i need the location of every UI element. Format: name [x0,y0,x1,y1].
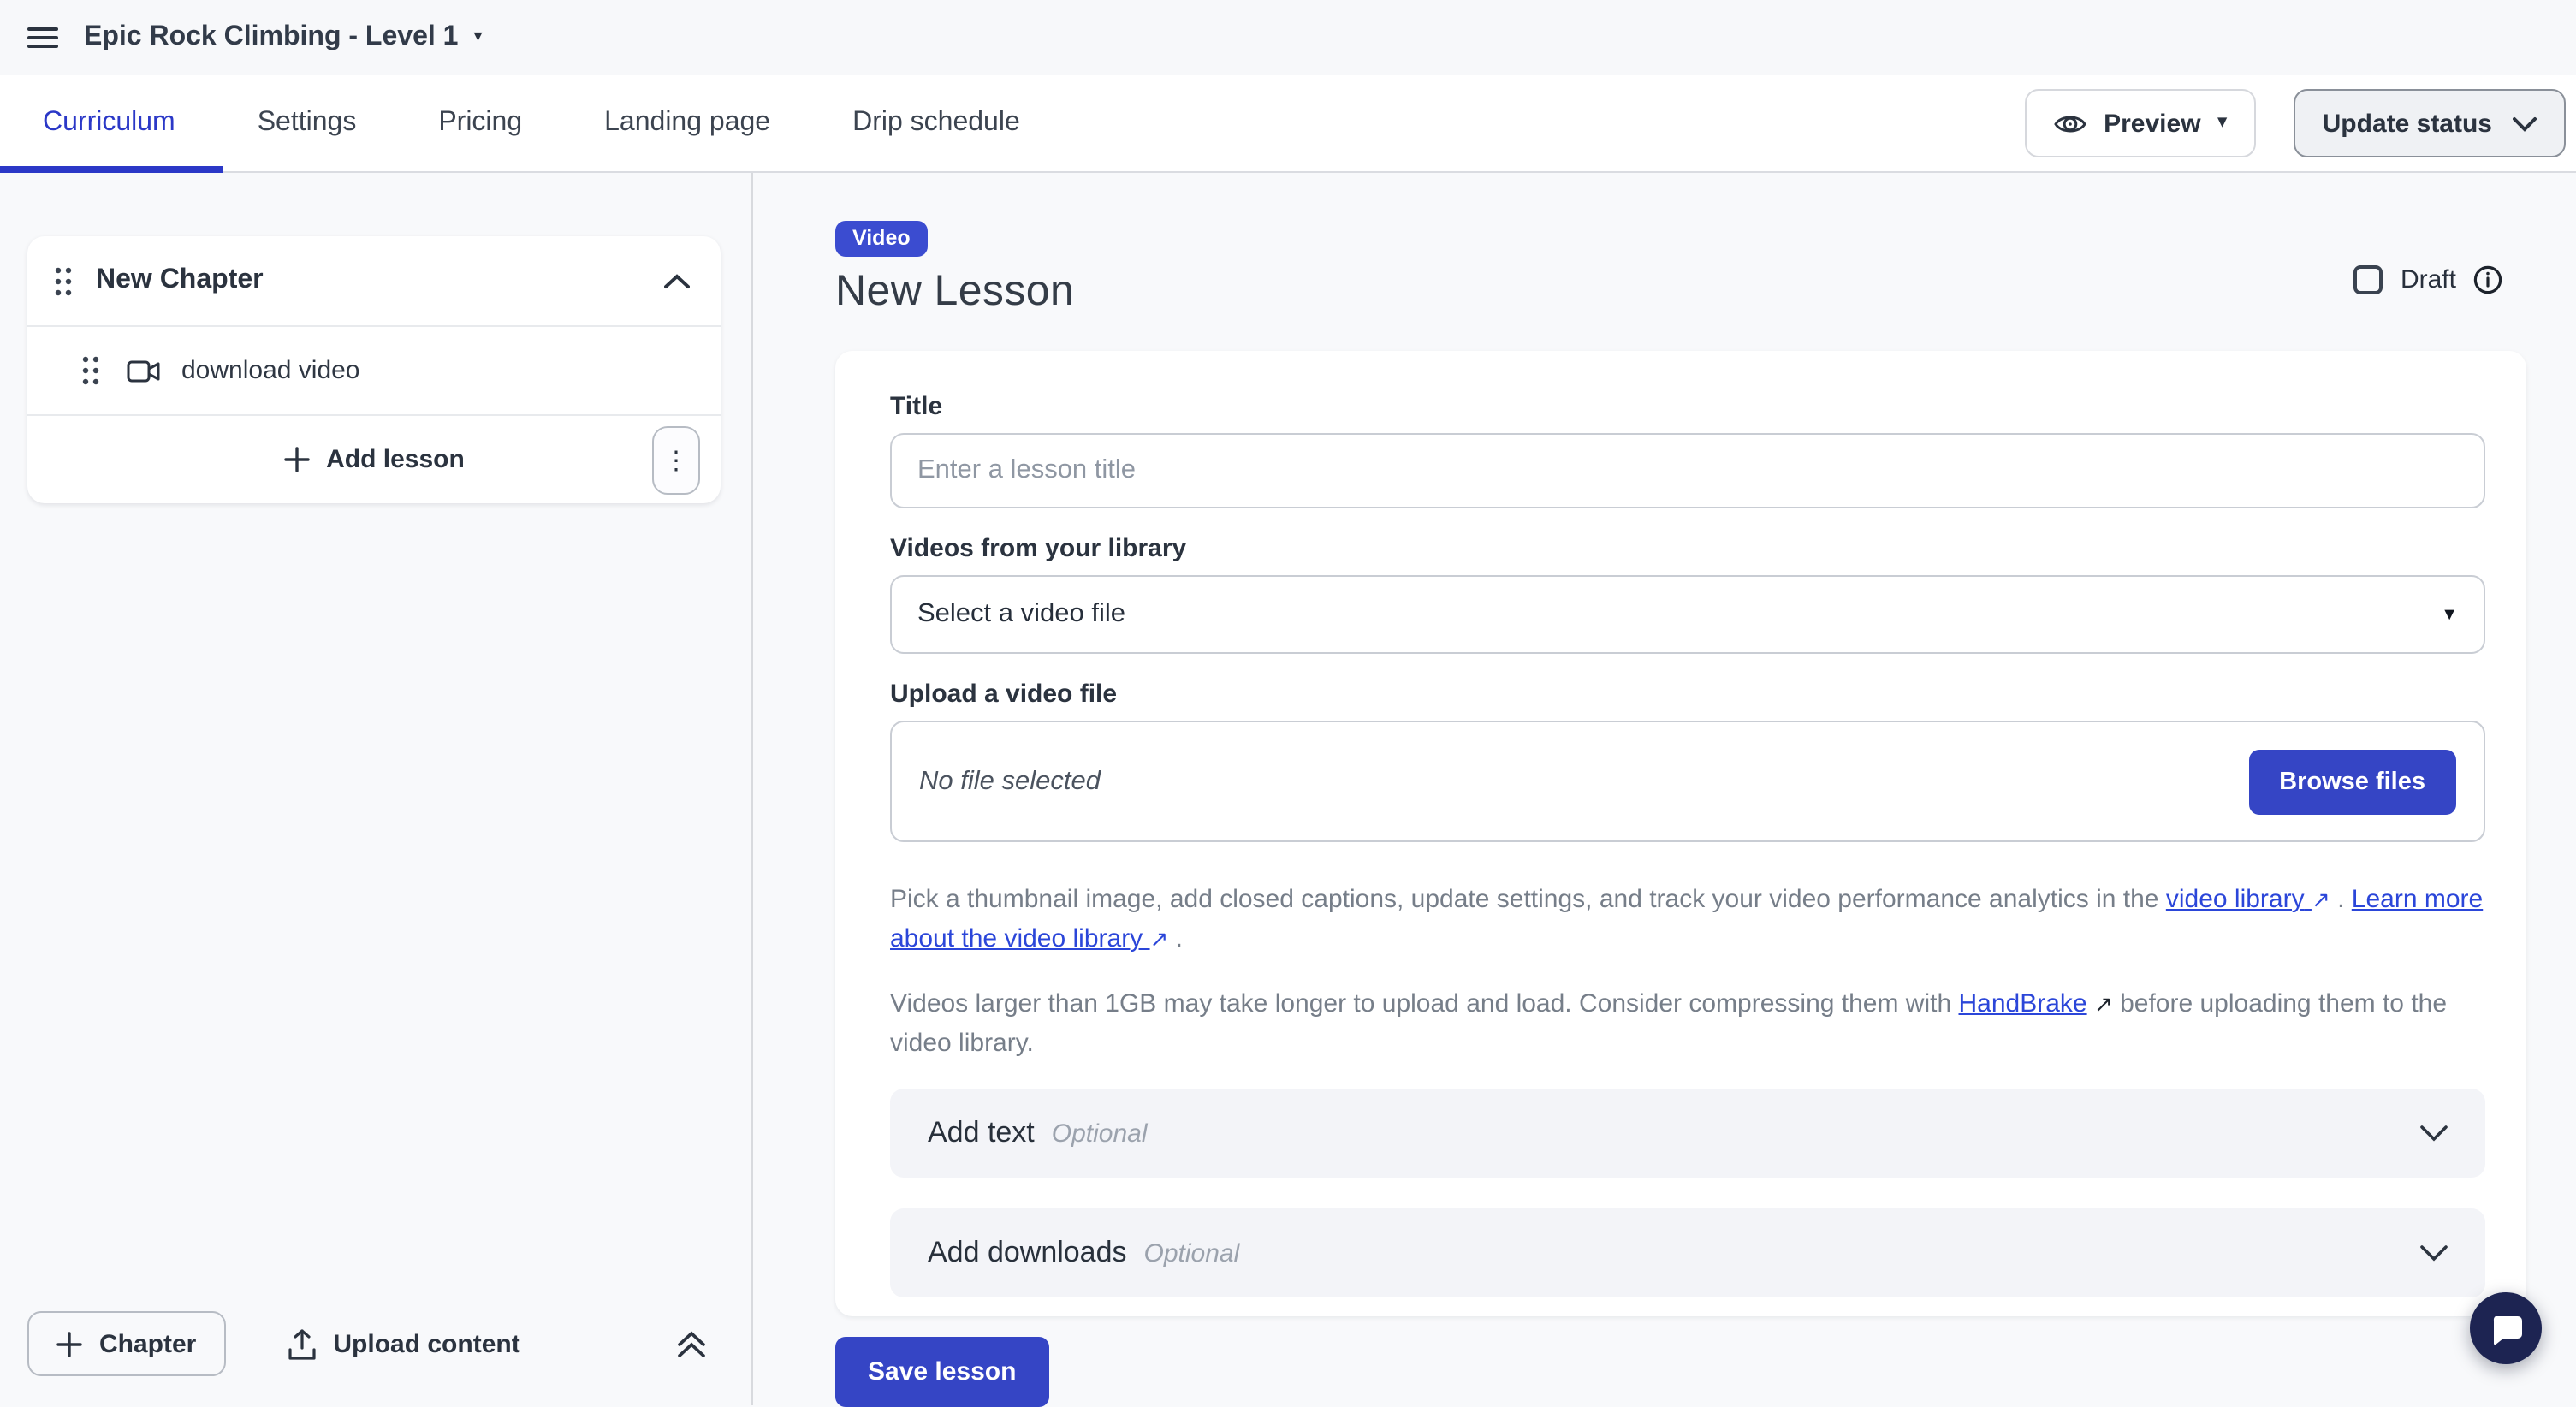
update-status-button[interactable]: Update status [2294,89,2566,157]
add-downloads-label: Add downloads [928,1236,1127,1270]
lesson-title-input[interactable] [890,433,2485,508]
lesson-title: download video [181,356,360,385]
chevron-up-icon [664,273,690,288]
upload-icon [287,1327,316,1360]
chat-launcher-button[interactable] [2470,1292,2542,1364]
upload-field: Upload a video file No file selected Bro… [890,680,2485,842]
handbrake-link[interactable]: HandBrake [1959,989,2087,1018]
double-chevron-up-icon [676,1329,707,1358]
tab-landing-page[interactable]: Landing page [604,108,770,139]
course-switcher[interactable]: Epic Rock Climbing - Level 1 ▾ [84,22,483,53]
chapter-title: New Chapter [96,265,264,296]
external-link-icon: ↗ [1150,919,1169,959]
external-link-icon: ↗ [2312,880,2330,919]
video-camera-icon [127,359,161,383]
video-library-label: Videos from your library [890,534,2485,563]
caret-down-icon: ▾ [473,29,482,46]
eye-icon [2054,110,2086,136]
add-lesson-button[interactable]: Add lesson [273,443,475,476]
draft-control: Draft [2354,265,2502,294]
chevron-down-icon [2420,1125,2448,1142]
plus-icon [56,1331,82,1357]
plus-icon [283,447,309,472]
video-library-help-text: Pick a thumbnail image, add closed capti… [890,880,2485,959]
preview-button[interactable]: Preview ▾ [2025,89,2256,157]
select-caret-icon: ▼ [2441,605,2458,624]
help-text-segment: Pick a thumbnail image, add closed capti… [890,885,2166,914]
add-chapter-button[interactable]: Chapter [27,1311,225,1376]
upload-field-label: Upload a video file [890,680,2485,709]
lesson-drag-handle[interactable] [82,356,99,385]
workspace: New Chapter [0,173,2576,1405]
add-downloads-accordion[interactable]: Add downloads Optional [890,1208,2485,1297]
save-lesson-button[interactable]: Save lesson [835,1337,1048,1407]
add-chapter-label: Chapter [99,1329,196,1358]
lesson-form-card: Title Videos from your library Select a … [835,351,2526,1316]
collapse-all-button[interactable] [676,1329,707,1358]
chat-bubble-icon [2490,1312,2522,1345]
top-bar: Epic Rock Climbing - Level 1 ▾ [0,0,2576,75]
external-link-icon: ↗ [2094,984,2113,1024]
chapter-header: New Chapter [27,236,721,325]
upload-content-button[interactable]: Upload content [276,1326,530,1362]
tab-drip-schedule[interactable]: Drip schedule [852,108,1020,139]
active-tab-underline [0,166,223,173]
draft-info-button[interactable] [2473,265,2502,294]
draft-checkbox[interactable] [2354,265,2383,294]
add-lesson-label: Add lesson [326,445,465,474]
title-field: Title [890,392,2485,508]
link-label: HandBrake [1959,989,2087,1018]
video-library-field: Videos from your library Select a video … [890,534,2485,654]
lesson-type-badge: Video [835,221,928,257]
upload-content-label: Upload content [333,1329,519,1358]
page-title: New Lesson [835,267,2576,317]
update-status-label: Update status [2323,109,2492,138]
preview-label: Preview [2104,109,2200,138]
draft-label: Draft [2401,265,2456,294]
hamburger-menu-button[interactable] [27,26,58,50]
help-text-segment: . [2330,885,2352,914]
caret-down-icon: ▾ [2218,115,2227,132]
curriculum-sidebar: New Chapter [0,173,753,1405]
add-lesson-row: Add lesson ⋮ [27,414,721,503]
optional-label: Optional [1052,1119,1148,1148]
add-text-accordion[interactable]: Add text Optional [890,1089,2485,1178]
chevron-down-icon [2420,1244,2448,1262]
info-icon [2473,265,2502,294]
video-select[interactable]: Select a video file ▼ [890,575,2485,654]
course-title: Epic Rock Climbing - Level 1 [84,22,458,53]
tab-curriculum[interactable]: Curriculum [43,108,175,139]
collapse-chapter-button[interactable] [664,273,690,288]
chapter-card: New Chapter [27,236,721,503]
tab-bar-actions: Preview ▾ Update status [2025,89,2566,157]
chapter-drag-handle[interactable] [55,266,72,295]
link-label: video library [2166,885,2305,914]
file-upload-box: No file selected Browse files [890,721,2485,842]
video-library-link[interactable]: video library ↗ [2166,885,2330,914]
tab-bar: Curriculum Settings Pricing Landing page… [0,75,2576,173]
app-window: Epic Rock Climbing - Level 1 ▾ Curriculu… [0,0,2576,1404]
optional-label: Optional [1144,1238,1240,1267]
video-select-value: Select a video file [917,599,1125,630]
lesson-editor: Video New Lesson Draft T [753,173,2576,1405]
tab-settings[interactable]: Settings [258,108,357,139]
help-text-segment: Videos larger than 1GB may take longer t… [890,989,1959,1018]
kebab-icon: ⋮ [663,445,689,476]
chevron-down-icon [2513,116,2537,131]
browse-files-button[interactable]: Browse files [2248,749,2456,814]
no-file-text: No file selected [919,766,1101,797]
tab-pricing[interactable]: Pricing [438,108,522,139]
help-text-segment: . [1168,924,1183,953]
hamburger-icon [27,26,58,50]
add-text-label: Add text [928,1116,1035,1150]
chapter-menu-button[interactable]: ⋮ [652,426,700,495]
compression-help-text: Videos larger than 1GB may take longer t… [890,984,2485,1063]
lesson-row[interactable]: download video [27,325,721,414]
sidebar-footer: Chapter Upload content [0,1282,751,1405]
title-field-label: Title [890,392,2485,421]
